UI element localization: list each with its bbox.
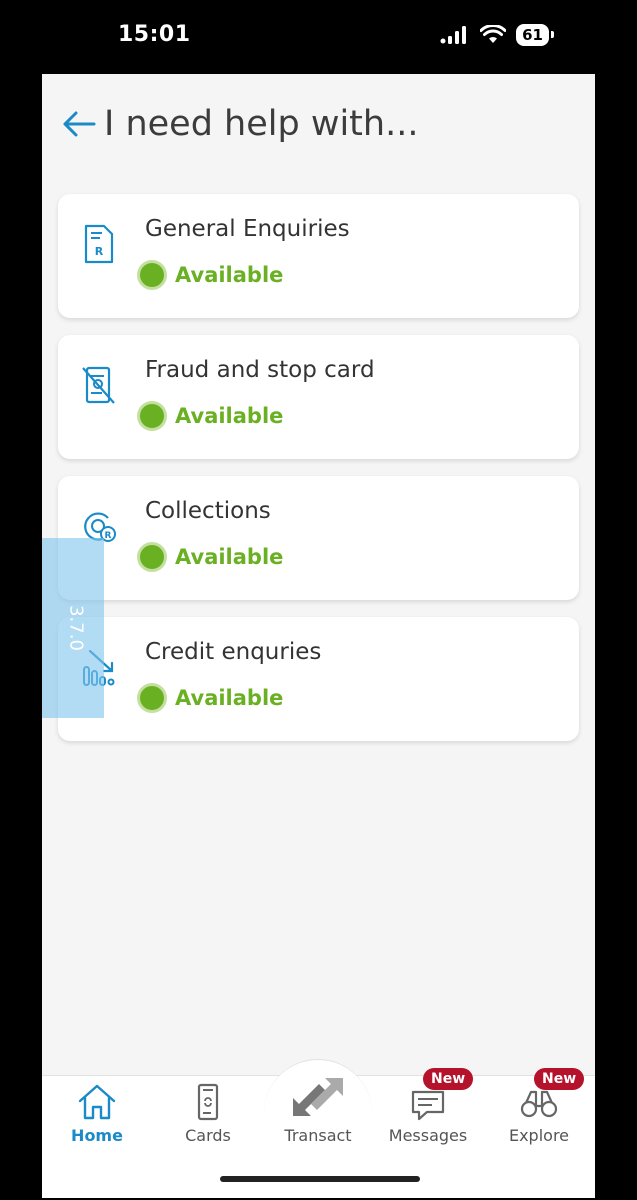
header: I need help with... — [60, 104, 418, 144]
status-icons: 61 — [440, 24, 554, 46]
new-badge: New — [423, 1068, 474, 1090]
nav-label: Explore — [508, 1126, 570, 1145]
nav-messages[interactable]: Messages New — [373, 1068, 483, 1145]
option-title: Collections — [145, 498, 271, 524]
option-title: General Enquiries — [145, 216, 350, 242]
option-general-enquiries[interactable]: R General Enquiries Available — [58, 194, 579, 318]
svg-text:R: R — [95, 245, 104, 258]
availability-status: Available — [137, 401, 283, 431]
option-fraud-stop-card[interactable]: Fraud and stop card Available — [58, 335, 579, 459]
nav-label: Messages — [388, 1126, 468, 1145]
nav-cards[interactable]: Cards — [153, 1082, 263, 1145]
status-label: Available — [175, 404, 284, 428]
status-dot-icon — [137, 260, 167, 290]
availability-status: Available — [137, 683, 283, 713]
home-indicator[interactable] — [220, 1176, 420, 1182]
app-screen: I need help with... R General Enquiries … — [42, 74, 595, 1198]
version-overlay[interactable]: 3.7.0 — [42, 538, 104, 718]
nav-explore[interactable]: Explore New — [484, 1068, 594, 1145]
availability-status: Available — [137, 260, 283, 290]
battery-indicator: 61 — [516, 24, 554, 46]
back-arrow-icon[interactable] — [60, 105, 98, 143]
wifi-icon — [480, 25, 507, 43]
option-credit-enquries[interactable]: Credit enquries Available — [58, 617, 579, 741]
version-label: 3.7.0 — [65, 605, 87, 651]
nav-label: Transact — [284, 1126, 352, 1145]
card-stop-icon — [82, 366, 115, 404]
status-dot-icon — [137, 542, 167, 572]
option-title: Fraud and stop card — [145, 357, 375, 383]
nav-label: Home — [71, 1126, 123, 1145]
status-bar: 15:01 61 — [0, 0, 637, 74]
page-title: I need help with... — [104, 104, 419, 144]
status-label: Available — [175, 686, 284, 710]
new-badge: New — [534, 1068, 585, 1090]
nav-transact[interactable]: Transact — [263, 1078, 373, 1145]
card-icon — [197, 1083, 219, 1121]
cellular-signal-icon — [440, 26, 467, 44]
status-label: Available — [175, 263, 284, 287]
option-title: Credit enquries — [145, 639, 322, 665]
status-dot-icon — [137, 683, 167, 713]
status-time: 15:01 — [118, 22, 191, 47]
nav-label: Cards — [185, 1126, 231, 1145]
nav-home[interactable]: Home — [42, 1082, 152, 1145]
document-r-icon: R — [84, 224, 114, 264]
svg-text:R: R — [105, 531, 112, 541]
availability-status: Available — [137, 542, 283, 572]
status-label: Available — [175, 545, 284, 569]
option-collections[interactable]: R Collections Available — [58, 476, 579, 600]
home-icon — [78, 1084, 116, 1120]
status-dot-icon — [137, 401, 167, 431]
transact-arrows-icon — [293, 1078, 343, 1116]
